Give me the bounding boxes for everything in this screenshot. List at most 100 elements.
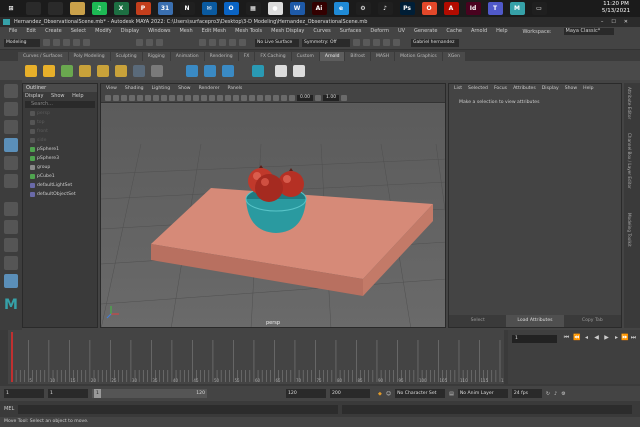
photoshop-app-icon[interactable]: Ps	[399, 2, 415, 15]
play-forwards-icon[interactable]: ▶	[603, 334, 610, 342]
ambient-occlusion-icon[interactable]	[233, 94, 239, 101]
shelf-tab-fx-caching[interactable]: FX Caching	[255, 52, 291, 61]
shelf-tab-arnold[interactable]: Arnold	[319, 52, 345, 61]
menu-mesh[interactable]: Mesh	[179, 28, 192, 34]
shelf-tab-motion-graphics[interactable]: Motion Graphics	[395, 52, 442, 61]
edge-app-icon[interactable]	[47, 2, 63, 15]
stand-in-icon[interactable]	[275, 64, 287, 77]
light-portal-icon[interactable]	[151, 64, 163, 77]
mesh-light-icon[interactable]	[97, 64, 109, 77]
render-view-icon[interactable]	[293, 64, 305, 77]
anim-layer-icon[interactable]: ▤	[449, 391, 454, 397]
outliner-item[interactable]: persp	[23, 109, 97, 118]
tab-modeling-toolkit[interactable]: Modeling Toolkit	[627, 213, 632, 247]
step-back-key-icon[interactable]: ⏪	[573, 334, 580, 342]
spotify-app-icon[interactable]: ♫	[91, 2, 107, 15]
textured-icon[interactable]	[209, 94, 215, 101]
range-bar[interactable]: 1 120	[92, 389, 207, 398]
snap-view-icon[interactable]	[229, 39, 236, 46]
character-set-dropdown[interactable]: No Character Set	[395, 389, 446, 398]
symmetry-dropdown[interactable]: Symmetry: Off	[302, 38, 350, 47]
step-forward-frame-icon[interactable]: ▸	[613, 334, 620, 342]
smooth-shade-icon[interactable]	[193, 94, 199, 101]
end-time-field[interactable]: 200	[330, 389, 370, 398]
office-app-icon[interactable]: O	[421, 2, 437, 15]
save-scene-icon[interactable]	[63, 39, 70, 46]
outlook-app-icon[interactable]: O	[223, 2, 239, 15]
menu-mesh-display[interactable]: Mesh Display	[271, 28, 304, 34]
playback-start-field[interactable]: 1	[48, 389, 88, 398]
select-object-icon[interactable]	[146, 39, 153, 46]
load-attributes-button[interactable]: Load Attributes	[506, 315, 564, 327]
menu-modify[interactable]: Modify	[95, 28, 112, 34]
persp-outliner-layout-icon[interactable]	[4, 274, 18, 288]
command-input[interactable]	[18, 404, 339, 414]
lasso-tool-icon[interactable]	[4, 102, 18, 116]
window-controls[interactable]: –☐✕	[601, 17, 636, 27]
playback-end-field[interactable]: 120	[286, 389, 326, 398]
ae-menu-show[interactable]: Show	[565, 86, 577, 91]
render-sun-icon[interactable]	[25, 64, 37, 77]
auto-key-icon[interactable]: ◆	[378, 391, 382, 397]
tab-channel-box[interactable]: Channel Box / Layer Editor	[627, 133, 632, 189]
gate-mask-icon[interactable]	[161, 94, 167, 101]
physical-sky-icon[interactable]	[133, 64, 145, 77]
wireframe-on-shaded-icon[interactable]	[201, 94, 207, 101]
viewport-panel[interactable]: View Shading Lighting Show Renderer Panels 0.…	[100, 83, 446, 328]
sound-icon[interactable]: ♪	[554, 391, 557, 397]
outliner-menu-display[interactable]: Display	[25, 93, 43, 99]
menu-uv[interactable]: UV	[398, 28, 405, 34]
photometric-light-icon[interactable]	[115, 64, 127, 77]
outliner-search-input[interactable]: Search...	[25, 101, 95, 108]
indesign-app-icon[interactable]: Id	[465, 2, 481, 15]
resolution-gate-icon[interactable]	[153, 94, 159, 101]
outliner-item[interactable]: pSphere3	[23, 154, 97, 163]
menu-file[interactable]: File	[9, 28, 17, 34]
viewport-menu-panels[interactable]: Panels	[228, 86, 243, 91]
isolate-select-icon[interactable]	[257, 94, 263, 101]
paint-select-tool-icon[interactable]	[4, 120, 18, 134]
operator-icon[interactable]	[252, 64, 264, 77]
shelf-tab-fx[interactable]: FX	[238, 52, 255, 61]
shelf-tab-rendering[interactable]: Rendering	[204, 52, 238, 61]
command-language-label[interactable]: MEL	[4, 406, 14, 412]
render-icon[interactable]	[353, 39, 360, 46]
single-perspective-layout-icon[interactable]	[4, 220, 18, 234]
music-app-icon[interactable]: ♪	[377, 2, 393, 15]
color-management-icon[interactable]	[341, 94, 348, 101]
image-plane-icon[interactable]	[129, 94, 135, 101]
shelf-tab-rigging[interactable]: Rigging	[142, 52, 170, 61]
use-lights-icon[interactable]	[217, 94, 223, 101]
menu-display[interactable]: Display	[121, 28, 139, 34]
shelf-tab-curves-surfaces[interactable]: Curves / Surfaces	[18, 52, 68, 61]
bookmark-icon[interactable]	[121, 94, 127, 101]
ipr-render-icon[interactable]	[363, 39, 370, 46]
shadows-icon[interactable]	[225, 94, 231, 101]
folder-app-icon[interactable]	[69, 2, 85, 15]
outliner-item[interactable]: defaultObjectSet	[23, 190, 97, 199]
menu-cache[interactable]: Cache	[446, 28, 462, 34]
menu-generate[interactable]: Generate	[414, 28, 437, 34]
shelf-tab-custom[interactable]: Custom	[291, 52, 319, 61]
viewport-canvas[interactable]: persp	[101, 104, 445, 327]
select-tool-icon[interactable]	[4, 84, 18, 98]
snap-point-icon[interactable]	[219, 39, 226, 46]
shelf-tab-bifrost[interactable]: Bifrost	[345, 52, 370, 61]
gamma-field[interactable]: 1.00	[323, 94, 340, 101]
standard-surface-icon[interactable]	[186, 64, 198, 77]
xray-icon[interactable]	[265, 94, 271, 101]
motion-blur-icon[interactable]	[241, 94, 247, 101]
redo-icon[interactable]	[83, 39, 90, 46]
live-surface-field[interactable]: No Live Surface	[255, 38, 299, 47]
four-view-layout-icon[interactable]	[4, 238, 18, 252]
fps-dropdown[interactable]: 24 fps	[511, 389, 542, 398]
menu-create[interactable]: Create	[45, 28, 62, 34]
move-tool-icon[interactable]	[4, 138, 18, 152]
ae-menu-focus[interactable]: Focus	[494, 86, 507, 91]
shelf-tab-poly-modeling[interactable]: Poly Modeling	[68, 52, 110, 61]
go-to-start-icon[interactable]: ⏮	[563, 334, 570, 342]
go-to-end-icon[interactable]: ⏭	[630, 334, 637, 342]
illustrator-app-icon[interactable]: Ai	[311, 2, 327, 15]
viewport-menu-show[interactable]: Show	[178, 86, 190, 91]
menu-curves[interactable]: Curves	[313, 28, 330, 34]
